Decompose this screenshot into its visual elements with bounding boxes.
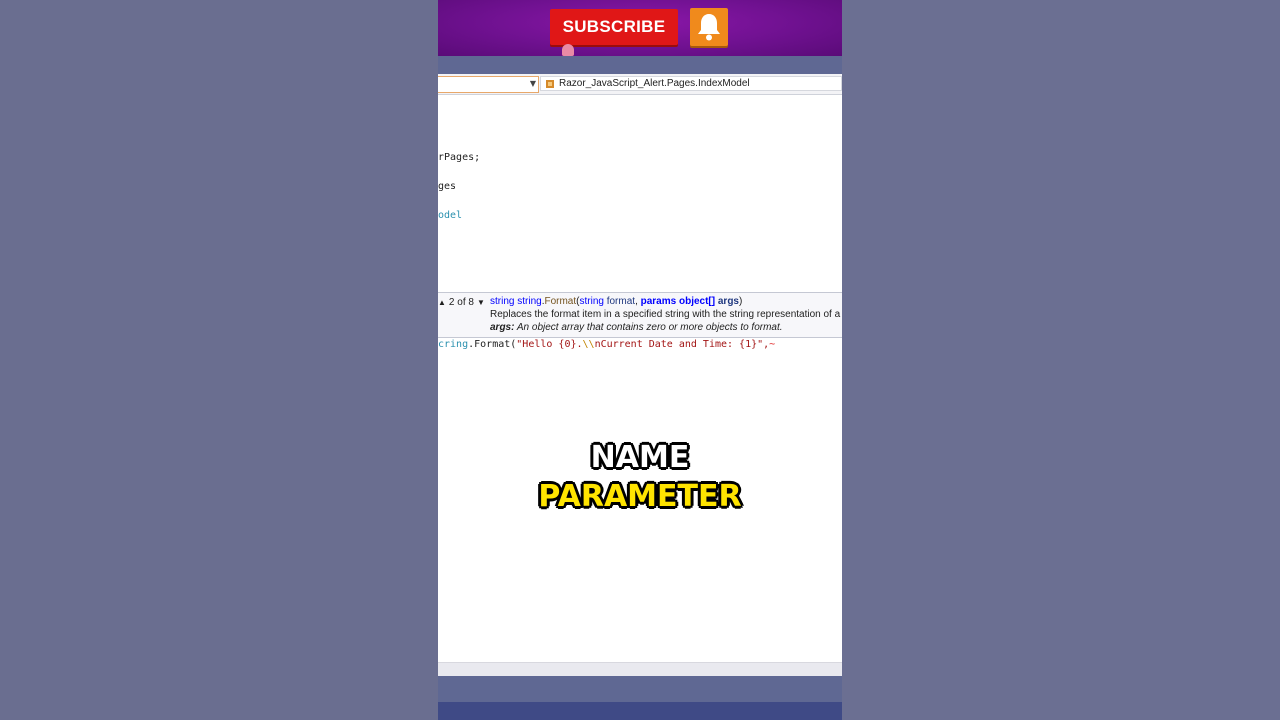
caption-line-1: NAME xyxy=(590,440,690,475)
notification-bell-button[interactable] xyxy=(690,8,728,46)
current-code-line[interactable]: cring.Format("Hello {0}.\\nCurrent Date … xyxy=(438,339,775,350)
navigation-bar: ▼ Razor_JavaScript_Alert.Pages.IndexMode… xyxy=(438,74,842,95)
parameter-help: args: An object array that contains zero… xyxy=(490,322,783,333)
background-right xyxy=(842,0,1280,720)
type-dropdown[interactable]: ▼ xyxy=(438,76,539,93)
member-dropdown-label: Razor_JavaScript_Alert.Pages.IndexModel xyxy=(559,78,750,89)
subscribe-banner: SUBSCRIBE xyxy=(438,0,842,56)
bottom-bar xyxy=(438,702,842,720)
caption-line-2: PARAMETER xyxy=(538,479,742,514)
video-frame: SUBSCRIBE ▼ Razor_JavaScript_Alert.Pages… xyxy=(438,0,842,720)
hand-cursor-icon xyxy=(562,44,574,56)
code-line[interactable]: odel xyxy=(438,210,462,221)
overload-navigator[interactable]: ▲ 2 of 8 ▼ xyxy=(438,297,485,308)
background-left xyxy=(0,0,438,720)
horizontal-scrollbar[interactable] xyxy=(438,662,842,677)
member-dropdown[interactable]: Razor_JavaScript_Alert.Pages.IndexModel xyxy=(540,76,842,91)
code-line[interactable]: ges xyxy=(438,181,456,192)
signature-text: string string.Format(string format, para… xyxy=(490,296,743,307)
overload-down-arrow-icon[interactable]: ▼ xyxy=(477,298,485,307)
code-editor[interactable]: ▼ Razor_JavaScript_Alert.Pages.IndexMode… xyxy=(438,74,842,662)
signature-description: Replaces the format item in a specified … xyxy=(490,309,842,320)
code-line[interactable]: rPages; xyxy=(438,152,480,163)
signature-help-tooltip: ▲ 2 of 8 ▼ string string.Format(string f… xyxy=(438,292,842,338)
class-icon xyxy=(546,79,554,88)
subscribe-button[interactable]: SUBSCRIBE xyxy=(550,9,678,45)
top-spacer xyxy=(438,56,842,74)
bottom-spacer xyxy=(438,676,842,702)
overload-up-arrow-icon[interactable]: ▲ xyxy=(438,298,446,307)
dropdown-arrow-icon[interactable]: ▼ xyxy=(530,79,536,88)
bell-icon xyxy=(698,14,720,41)
error-squiggle: ~ xyxy=(769,339,776,350)
overload-counter: 2 of 8 xyxy=(448,297,474,308)
